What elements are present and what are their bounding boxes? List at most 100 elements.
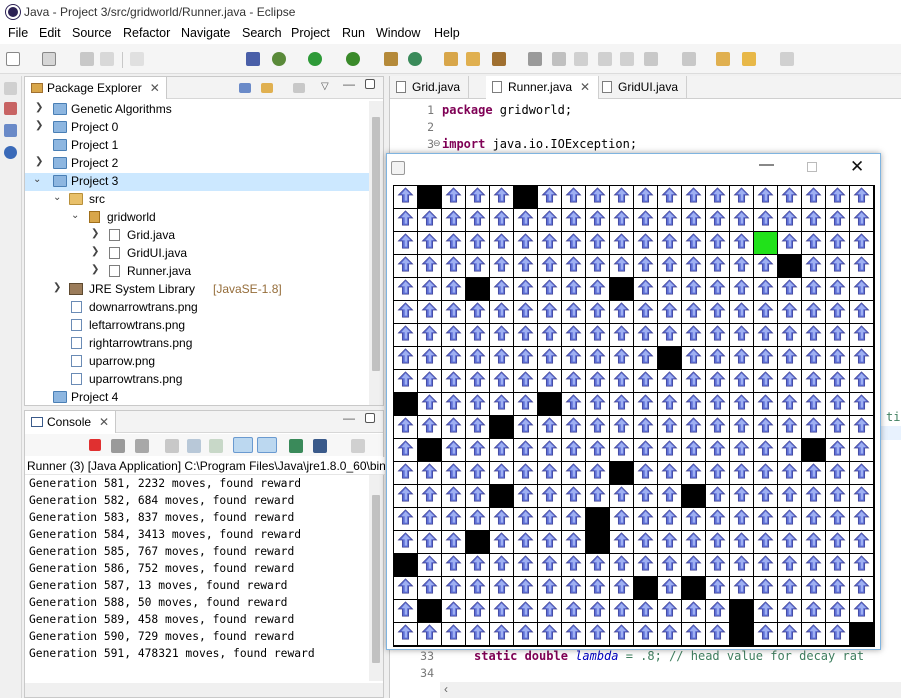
run-external-icon[interactable]: [346, 52, 360, 66]
scrollbar-thumb[interactable]: [372, 117, 380, 371]
arrow-cell: [610, 531, 633, 553]
javadoc-icon[interactable]: [4, 146, 17, 159]
pin-console-icon[interactable]: [289, 439, 303, 453]
collapse-all-icon[interactable]: [239, 83, 251, 93]
up-arrow-icon: [685, 302, 702, 318]
remove-launch-icon[interactable]: [111, 439, 125, 453]
chevron-right-icon[interactable]: ❯: [35, 156, 43, 167]
menu-project[interactable]: Project: [291, 26, 330, 40]
chevron-right-icon[interactable]: ❯: [53, 282, 61, 293]
display-console-icon[interactable]: [313, 439, 327, 453]
menu-navigate[interactable]: Navigate: [181, 26, 230, 40]
chevron-down-icon[interactable]: ⌄: [33, 174, 41, 185]
arrow-cell: [778, 508, 801, 530]
editor-horizontal-scrollbar[interactable]: ‹: [440, 682, 901, 698]
close-icon[interactable]: ✕: [580, 80, 590, 94]
code-line[interactable]: package gridworld;: [442, 103, 572, 117]
terminate-icon[interactable]: [89, 439, 101, 451]
chevron-down-icon[interactable]: ▽: [321, 81, 333, 92]
menu-source[interactable]: Source: [72, 26, 112, 40]
chevron-down-icon[interactable]: ⌄: [71, 210, 79, 221]
close-button[interactable]: ✕: [850, 157, 864, 177]
link-editor-icon[interactable]: [261, 83, 273, 93]
close-icon[interactable]: ✕: [99, 415, 109, 429]
tab-grid-java[interactable]: Grid.java: [390, 76, 470, 98]
tree-scrollbar[interactable]: [369, 101, 383, 405]
last-edit-icon[interactable]: [716, 52, 730, 66]
menu-refactor[interactable]: Refactor: [123, 26, 170, 40]
annotation-icon[interactable]: [528, 52, 542, 66]
forward-arrow-icon[interactable]: [780, 52, 794, 66]
clear-console-icon[interactable]: [165, 439, 179, 453]
prev-annotation-icon[interactable]: [682, 52, 696, 66]
chevron-right-icon[interactable]: ❯: [35, 102, 43, 113]
tab-runner-java[interactable]: Runner.java ✕: [486, 76, 600, 99]
arrow-cell: [730, 554, 753, 576]
save-icon[interactable]: [80, 52, 94, 66]
code-line[interactable]: static double lambda = .8; // head value…: [474, 649, 864, 663]
run-icon[interactable]: [308, 52, 322, 66]
outline-icon[interactable]: [4, 124, 17, 137]
open-type-icon[interactable]: [444, 52, 458, 66]
minimize-icon[interactable]: —: [343, 411, 355, 425]
new-wizard-icon[interactable]: [42, 52, 56, 66]
open-console-icon[interactable]: [351, 439, 365, 453]
menu-search[interactable]: Search: [242, 26, 282, 40]
back-arrow-icon[interactable]: [742, 52, 756, 66]
menu-help[interactable]: Help: [434, 26, 460, 40]
pen-icon[interactable]: [552, 52, 566, 66]
tree-item-project-3[interactable]: ⌄ Project 3: [25, 173, 369, 191]
maximize-icon[interactable]: [365, 413, 375, 423]
console-horizontal-scrollbar[interactable]: [25, 683, 383, 697]
menu-edit[interactable]: Edit: [39, 26, 61, 40]
next-annotation-icon[interactable]: [644, 52, 658, 66]
tab-console[interactable]: Console ✕: [25, 411, 117, 433]
maximize-icon[interactable]: [365, 79, 375, 89]
menu-file[interactable]: File: [8, 26, 28, 40]
view-menu-icon[interactable]: [293, 83, 305, 93]
tab-gridui-java[interactable]: GridUI.java: [596, 76, 688, 98]
show-on-stderr-icon[interactable]: [257, 437, 277, 453]
scroll-lock-icon[interactable]: [187, 439, 201, 453]
chevron-right-icon[interactable]: ❯: [35, 120, 43, 131]
hierarchy-icon[interactable]: [4, 102, 17, 115]
chevron-right-icon[interactable]: ❯: [91, 246, 99, 257]
save-all-icon[interactable]: [100, 52, 114, 66]
block-selection-icon[interactable]: [598, 52, 612, 66]
debug-icon[interactable]: [272, 52, 286, 66]
show-on-stdout-icon[interactable]: [233, 437, 253, 453]
arrow-cell: [778, 324, 801, 346]
console-header: Console ✕ —: [25, 411, 383, 433]
chevron-right-icon[interactable]: ❯: [91, 228, 99, 239]
remove-all-icon[interactable]: [135, 439, 149, 453]
minimize-button[interactable]: —: [759, 156, 774, 173]
close-icon[interactable]: ✕: [150, 81, 160, 95]
up-arrow-icon: [781, 325, 798, 341]
search-icon[interactable]: [492, 52, 506, 66]
toggle-mark-icon[interactable]: [574, 52, 588, 66]
code-line[interactable]: import java.io.IOException;: [442, 137, 637, 151]
tab-package-explorer[interactable]: Package Explorer ✕: [25, 77, 167, 99]
show-whitespace-icon[interactable]: [620, 52, 634, 66]
skip-breakpoints-icon[interactable]: [246, 52, 260, 66]
menu-window[interactable]: Window: [376, 26, 420, 40]
console-scrollbar[interactable]: [369, 475, 383, 681]
minimize-icon[interactable]: —: [343, 77, 355, 91]
scroll-left-icon[interactable]: ‹: [444, 682, 448, 696]
new-java-project-icon[interactable]: [384, 52, 398, 66]
print-icon[interactable]: [130, 52, 144, 66]
arrow-cell: [706, 600, 729, 622]
new-class-icon[interactable]: [408, 52, 422, 66]
scrollbar-thumb[interactable]: [372, 495, 380, 663]
fold-icon[interactable]: ⊖: [433, 138, 441, 149]
chevron-right-icon[interactable]: ❯: [91, 264, 99, 275]
new-icon[interactable]: [6, 52, 20, 66]
maximize-button[interactable]: [807, 162, 817, 172]
restore-icon[interactable]: [4, 82, 17, 95]
menu-run[interactable]: Run: [342, 26, 365, 40]
chevron-down-icon[interactable]: ⌄: [53, 192, 61, 203]
word-wrap-icon[interactable]: [209, 439, 223, 453]
up-arrow-icon: [517, 233, 534, 249]
console-output[interactable]: Generation 581, 2232 moves, found reward…: [25, 475, 369, 685]
open-folder-icon[interactable]: [466, 52, 480, 66]
